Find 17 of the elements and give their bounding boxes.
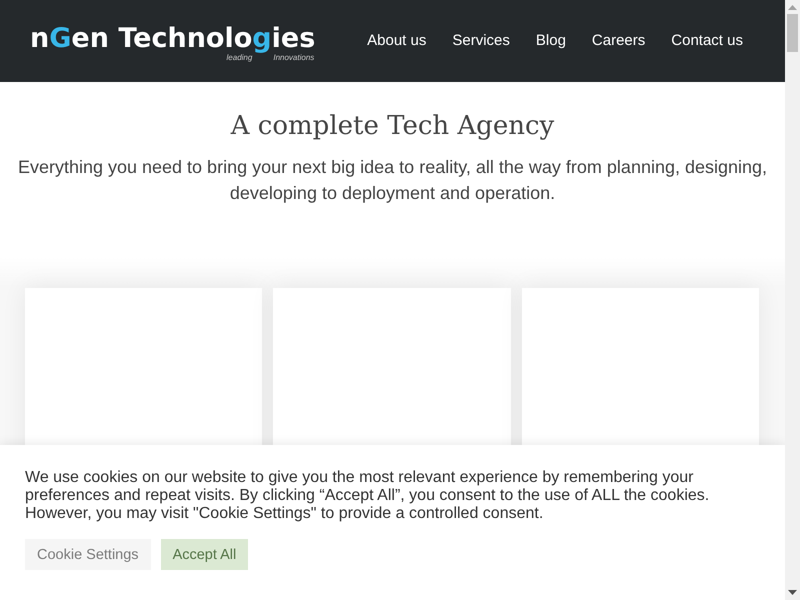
settings-button[interactable]: Cookie Settings [25,539,151,570]
scroll-up-icon[interactable] [788,5,797,10]
nav-link[interactable]: About us [367,31,426,51]
nav-link[interactable]: Contact us [671,31,743,51]
accept-button[interactable]: Accept All [160,539,248,570]
logo-wordmark[interactable]: nGen Technologies [30,24,316,53]
logo-tagline: Innovations [273,53,314,62]
cookie-message: We use cookies on our website to give you the most relevant experience by remembering your preferences and repeat visits. By clicking “Accept All”, you consent to the use of ALL the cookies. However, you may visit "Cookie Settings" to provide a controlled consent. [25,469,710,523]
logo-tagline: leading [226,53,252,62]
nav-link[interactable]: Careers [592,31,646,51]
nav-link[interactable]: Services [452,31,510,51]
scrollbar-track[interactable] [785,0,800,600]
scrollbar-thumb[interactable] [787,14,798,52]
hero-subtitle: Everything you need to bring your next big idea to reality, all the way from planning, designing, developing to deployment and operation. [16,156,768,205]
nav-link[interactable]: Blog [536,31,566,51]
scroll-down-icon[interactable] [788,590,797,595]
hero-title: A complete Tech Agency [230,110,554,143]
